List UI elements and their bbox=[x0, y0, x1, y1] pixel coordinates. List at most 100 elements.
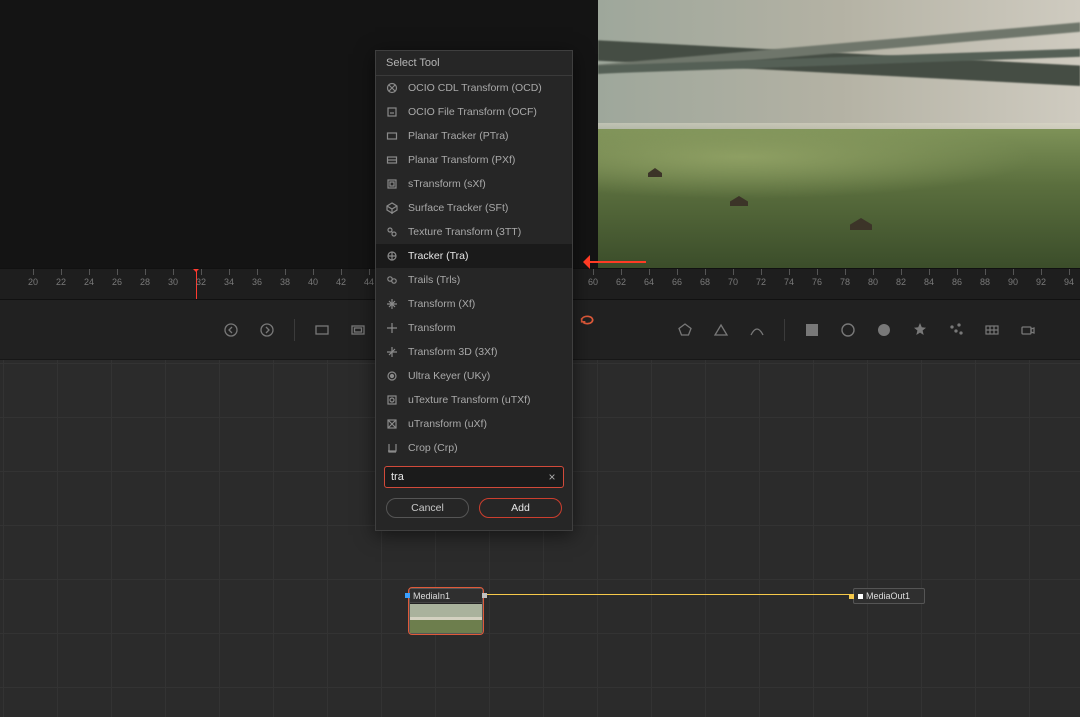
ruler-tick: 26 bbox=[112, 277, 122, 287]
tool-item-label: uTexture Transform (uTXf) bbox=[408, 394, 531, 406]
tool-pentagon-icon[interactable] bbox=[674, 319, 696, 341]
tool-particles-icon[interactable] bbox=[945, 319, 967, 341]
separator bbox=[784, 319, 785, 341]
ruler-tick: 84 bbox=[924, 277, 934, 287]
ruler-tick: 78 bbox=[840, 277, 850, 287]
tool-item-label: Planar Transform (PXf) bbox=[408, 154, 515, 166]
tool-item-label: Texture Transform (3TT) bbox=[408, 226, 521, 238]
tool-item[interactable]: Planar Tracker (PTra) bbox=[376, 124, 572, 148]
reload-icon[interactable] bbox=[578, 312, 600, 330]
ruler-tick: 24 bbox=[84, 277, 94, 287]
tool-item-label: Tracker (Tra) bbox=[408, 250, 468, 262]
tool-item[interactable]: Crop (Crp) bbox=[376, 436, 572, 458]
tool-item[interactable]: uTexture Transform (uTXf) bbox=[376, 388, 572, 412]
node-dot-icon bbox=[858, 594, 863, 599]
ruler-tick: 74 bbox=[784, 277, 794, 287]
tool-item-label: Transform bbox=[408, 322, 455, 334]
tool-item[interactable]: OCIO File Transform (OCF) bbox=[376, 100, 572, 124]
tool-item[interactable]: Transform bbox=[376, 316, 572, 340]
ruler-tick: 76 bbox=[812, 277, 822, 287]
tool-icon bbox=[384, 224, 400, 240]
ruler-tick: 20 bbox=[28, 277, 38, 287]
node-thumbnail bbox=[410, 603, 482, 633]
tool-icon bbox=[384, 344, 400, 360]
ruler-tick: 72 bbox=[756, 277, 766, 287]
tool-triangle-icon[interactable] bbox=[710, 319, 732, 341]
tool-item[interactable]: Trails (Trls) bbox=[376, 268, 572, 292]
tool-icon bbox=[384, 80, 400, 96]
tool-item-label: Transform (Xf) bbox=[408, 298, 475, 310]
ruler-tick: 34 bbox=[224, 277, 234, 287]
tool-item[interactable]: OCIO CDL Transform (OCD) bbox=[376, 76, 572, 100]
node-mediain1[interactable]: MediaIn1 bbox=[409, 588, 483, 634]
tool-list[interactable]: OCIO CDL Transform (OCD) OCIO File Transf… bbox=[376, 76, 572, 458]
node-label-text: MediaIn1 bbox=[413, 591, 450, 601]
tool-icon bbox=[384, 152, 400, 168]
tool-item-label: Ultra Keyer (UKy) bbox=[408, 370, 490, 382]
tool-item[interactable]: Ultra Keyer (UKy) bbox=[376, 364, 572, 388]
dialog-button-row: Cancel Add bbox=[376, 498, 572, 530]
shape-circle-outline-icon[interactable] bbox=[837, 319, 859, 341]
tool-item[interactable]: Transform 3D (3Xf) bbox=[376, 340, 572, 364]
tool-item[interactable]: Planar Transform (PXf) bbox=[376, 148, 572, 172]
tool-grid-icon[interactable] bbox=[981, 319, 1003, 341]
tool-icon bbox=[384, 200, 400, 216]
node-input-port[interactable] bbox=[405, 593, 410, 598]
node-output-port[interactable] bbox=[482, 593, 487, 598]
ruler-tick: 66 bbox=[672, 277, 682, 287]
tool-item-label: sTransform (sXf) bbox=[408, 178, 486, 190]
tool-item-label: OCIO CDL Transform (OCD) bbox=[408, 82, 542, 94]
ruler-tick: 92 bbox=[1036, 277, 1046, 287]
tool-item[interactable]: Surface Tracker (SFt) bbox=[376, 196, 572, 220]
nav-back-icon[interactable] bbox=[220, 319, 242, 341]
tool-item-label: Planar Tracker (PTra) bbox=[408, 130, 509, 142]
tool-frame-icon[interactable] bbox=[347, 319, 369, 341]
ruler-tick: 64 bbox=[644, 277, 654, 287]
search-row: × bbox=[384, 466, 564, 488]
ruler-tick: 30 bbox=[168, 277, 178, 287]
node-input-port[interactable] bbox=[849, 594, 854, 599]
preview-image bbox=[598, 0, 1080, 268]
tool-item[interactable]: Transform (Xf) bbox=[376, 292, 572, 316]
ruler-tick: 80 bbox=[868, 277, 878, 287]
shape-square-icon[interactable] bbox=[801, 319, 823, 341]
tool-curve-icon[interactable] bbox=[746, 319, 768, 341]
shape-circle-fill-icon[interactable] bbox=[873, 319, 895, 341]
ruler-tick: 88 bbox=[980, 277, 990, 287]
shape-star-icon[interactable] bbox=[909, 319, 931, 341]
ruler-tick: 38 bbox=[280, 277, 290, 287]
tool-icon bbox=[384, 104, 400, 120]
tool-camera-icon[interactable] bbox=[1017, 319, 1039, 341]
ruler-tick: 82 bbox=[896, 277, 906, 287]
tool-icon bbox=[384, 392, 400, 408]
ruler-tick: 70 bbox=[728, 277, 738, 287]
ruler-tick: 44 bbox=[364, 277, 374, 287]
tool-item[interactable]: sTransform (sXf) bbox=[376, 172, 572, 196]
separator bbox=[294, 319, 295, 341]
tool-item[interactable]: Tracker (Tra) bbox=[376, 244, 572, 268]
tool-rect-icon[interactable] bbox=[311, 319, 333, 341]
ruler-tick: 60 bbox=[588, 277, 598, 287]
ruler-tick: 28 bbox=[140, 277, 150, 287]
tool-item-label: uTransform (uXf) bbox=[408, 418, 487, 430]
ruler-tick: 42 bbox=[336, 277, 346, 287]
tool-item-label: Crop (Crp) bbox=[408, 442, 458, 454]
tool-item[interactable]: Texture Transform (3TT) bbox=[376, 220, 572, 244]
ruler-tick: 94 bbox=[1064, 277, 1074, 287]
ruler-tick: 86 bbox=[952, 277, 962, 287]
ruler-tick: 40 bbox=[308, 277, 318, 287]
tool-item-label: Trails (Trls) bbox=[408, 274, 460, 286]
tool-search-input[interactable] bbox=[384, 466, 564, 488]
ruler-tick: 68 bbox=[700, 277, 710, 287]
node-mediaout1[interactable]: MediaOut1 bbox=[853, 588, 925, 604]
clear-search-icon[interactable]: × bbox=[545, 470, 559, 484]
tool-icon bbox=[384, 272, 400, 288]
tool-icon bbox=[384, 440, 400, 456]
ruler-tick: 62 bbox=[616, 277, 626, 287]
cancel-button[interactable]: Cancel bbox=[386, 498, 469, 518]
add-button[interactable]: Add bbox=[479, 498, 562, 518]
viewer-right[interactable] bbox=[598, 0, 1080, 268]
dialog-title: Select Tool bbox=[376, 51, 572, 76]
nav-fwd-icon[interactable] bbox=[256, 319, 278, 341]
tool-item[interactable]: uTransform (uXf) bbox=[376, 412, 572, 436]
